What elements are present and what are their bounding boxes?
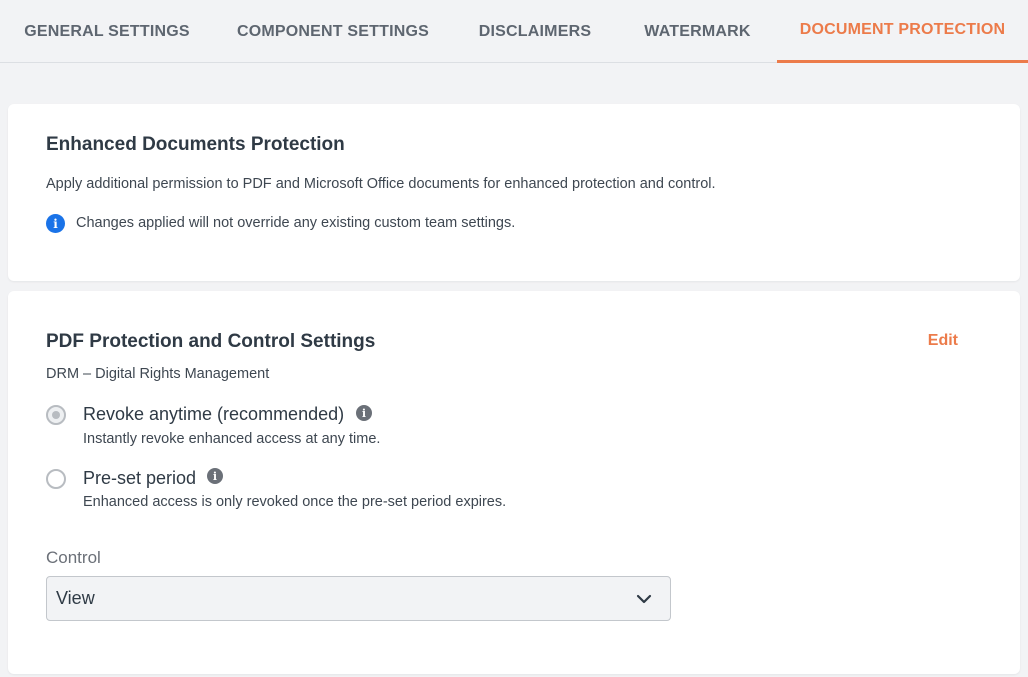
tab-watermark[interactable]: WATERMARK: [618, 0, 777, 63]
control-select-value: View: [56, 588, 95, 608]
revoke-anytime-description: Instantly revoke enhanced access at any …: [83, 431, 381, 447]
pdf-protection-title: PDF Protection and Control Settings: [46, 331, 376, 352]
edit-button[interactable]: Edit: [928, 332, 958, 350]
chevron-down-icon: [636, 594, 652, 604]
tab-disclaimers[interactable]: DISCLAIMERS: [452, 0, 618, 63]
settings-tab-bar: GENERAL SETTINGS COMPONENT SETTINGS DISC…: [0, 0, 1028, 63]
control-select[interactable]: View: [46, 576, 671, 621]
tab-component-settings[interactable]: COMPONENT SETTINGS: [214, 0, 452, 63]
preset-period-radio[interactable]: [46, 469, 66, 489]
override-notice: Changes applied will not override any ex…: [76, 215, 516, 231]
tab-general-settings[interactable]: GENERAL SETTINGS: [0, 0, 214, 63]
enhanced-protection-card: Enhanced Documents Protection Apply addi…: [8, 104, 1020, 281]
drm-subtitle: DRM – Digital Rights Management: [46, 366, 270, 382]
info-icon[interactable]: i: [356, 405, 372, 421]
revoke-anytime-label: Revoke anytime (recommended): [83, 404, 345, 424]
info-icon[interactable]: i: [207, 468, 223, 484]
enhanced-protection-description: Apply additional permission to PDF and M…: [46, 176, 716, 192]
preset-period-description: Enhanced access is only revoked once the…: [83, 494, 507, 510]
enhanced-protection-title: Enhanced Documents Protection: [46, 134, 345, 155]
control-label: Control: [46, 548, 101, 567]
pdf-protection-card: PDF Protection and Control Settings Edit…: [8, 291, 1020, 674]
tab-document-protection[interactable]: DOCUMENT PROTECTION: [777, 0, 1028, 63]
revoke-anytime-radio[interactable]: [46, 405, 66, 425]
preset-period-label: Pre-set period: [83, 468, 197, 488]
info-icon: i: [46, 214, 65, 233]
